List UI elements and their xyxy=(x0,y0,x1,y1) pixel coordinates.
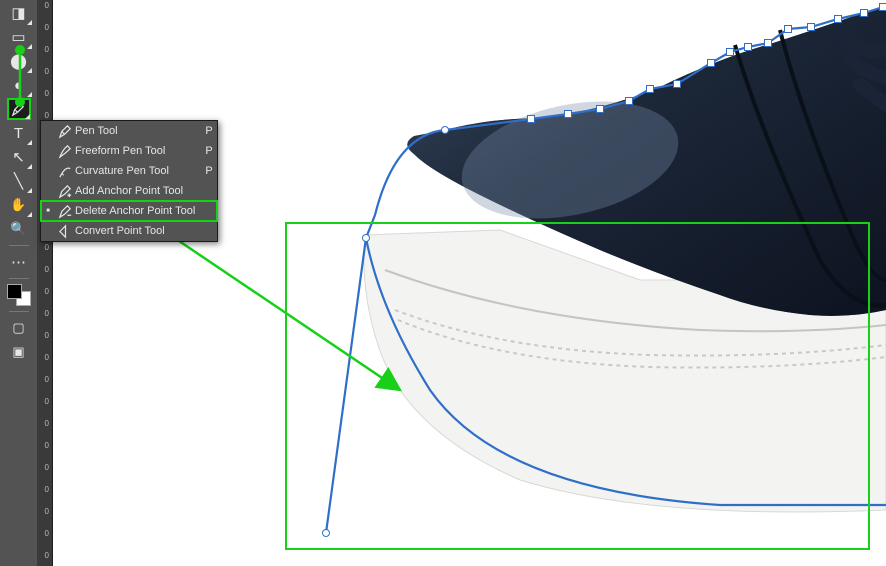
canvas[interactable] xyxy=(0,0,886,566)
gradient-tool[interactable]: ▭ xyxy=(7,26,31,48)
cpen-icon xyxy=(55,162,75,180)
shortcut-key: P xyxy=(201,165,217,177)
color-swatches[interactable] xyxy=(7,284,31,306)
dodge-tool[interactable]: ◐ xyxy=(7,74,31,96)
pen-tool-flyout: Pen ToolPFreeform Pen ToolPCurvature Pen… xyxy=(40,120,218,242)
convert-point-item[interactable]: Convert Point Tool xyxy=(41,221,217,241)
add-icon xyxy=(55,182,75,200)
path-select-tool[interactable]: ↖ xyxy=(7,146,31,168)
fpen-icon xyxy=(55,142,75,160)
quick-mask[interactable]: ▢ xyxy=(7,317,31,339)
pen-tool-item[interactable]: Pen ToolP xyxy=(41,121,217,141)
flyout-item-label: Add Anchor Point Tool xyxy=(75,185,201,197)
vertical-ruler: 00000000000000000000000000 xyxy=(37,0,53,566)
shortcut-key: P xyxy=(201,145,217,157)
del-icon xyxy=(55,202,75,220)
edit-toolbar[interactable]: ⋯ xyxy=(7,251,31,273)
flyout-item-label: Curvature Pen Tool xyxy=(75,165,201,177)
blur-tool[interactable]: ⬤ xyxy=(7,50,31,72)
flyout-item-label: Convert Point Tool xyxy=(75,225,201,237)
flyout-item-label: Delete Anchor Point Tool xyxy=(75,205,201,217)
line-tool[interactable]: ╲ xyxy=(7,170,31,192)
eraser-tool[interactable]: ◨ xyxy=(7,2,31,24)
hand-tool[interactable]: ✋ xyxy=(7,194,31,216)
zoom-tool[interactable]: 🔍 xyxy=(7,218,31,240)
flyout-item-label: Pen Tool xyxy=(75,125,201,137)
shortcut-key: P xyxy=(201,125,217,137)
freeform-pen-item[interactable]: Freeform Pen ToolP xyxy=(41,141,217,161)
pen-tool[interactable] xyxy=(7,98,31,120)
type-tool[interactable]: T xyxy=(7,122,31,144)
document-image xyxy=(0,0,886,566)
flyout-item-label: Freeform Pen Tool xyxy=(75,145,201,157)
tools-panel: ◨▭⬤◐ T↖╲✋🔍 ⋯ ▢▣ xyxy=(0,0,37,566)
cvt-icon xyxy=(55,222,75,240)
curvature-pen-item[interactable]: Curvature Pen ToolP xyxy=(41,161,217,181)
delete-anchor-item[interactable]: ■Delete Anchor Point Tool xyxy=(41,201,217,221)
add-anchor-item[interactable]: Add Anchor Point Tool xyxy=(41,181,217,201)
screen-mode[interactable]: ▣ xyxy=(7,341,31,363)
pen-icon xyxy=(55,122,75,140)
